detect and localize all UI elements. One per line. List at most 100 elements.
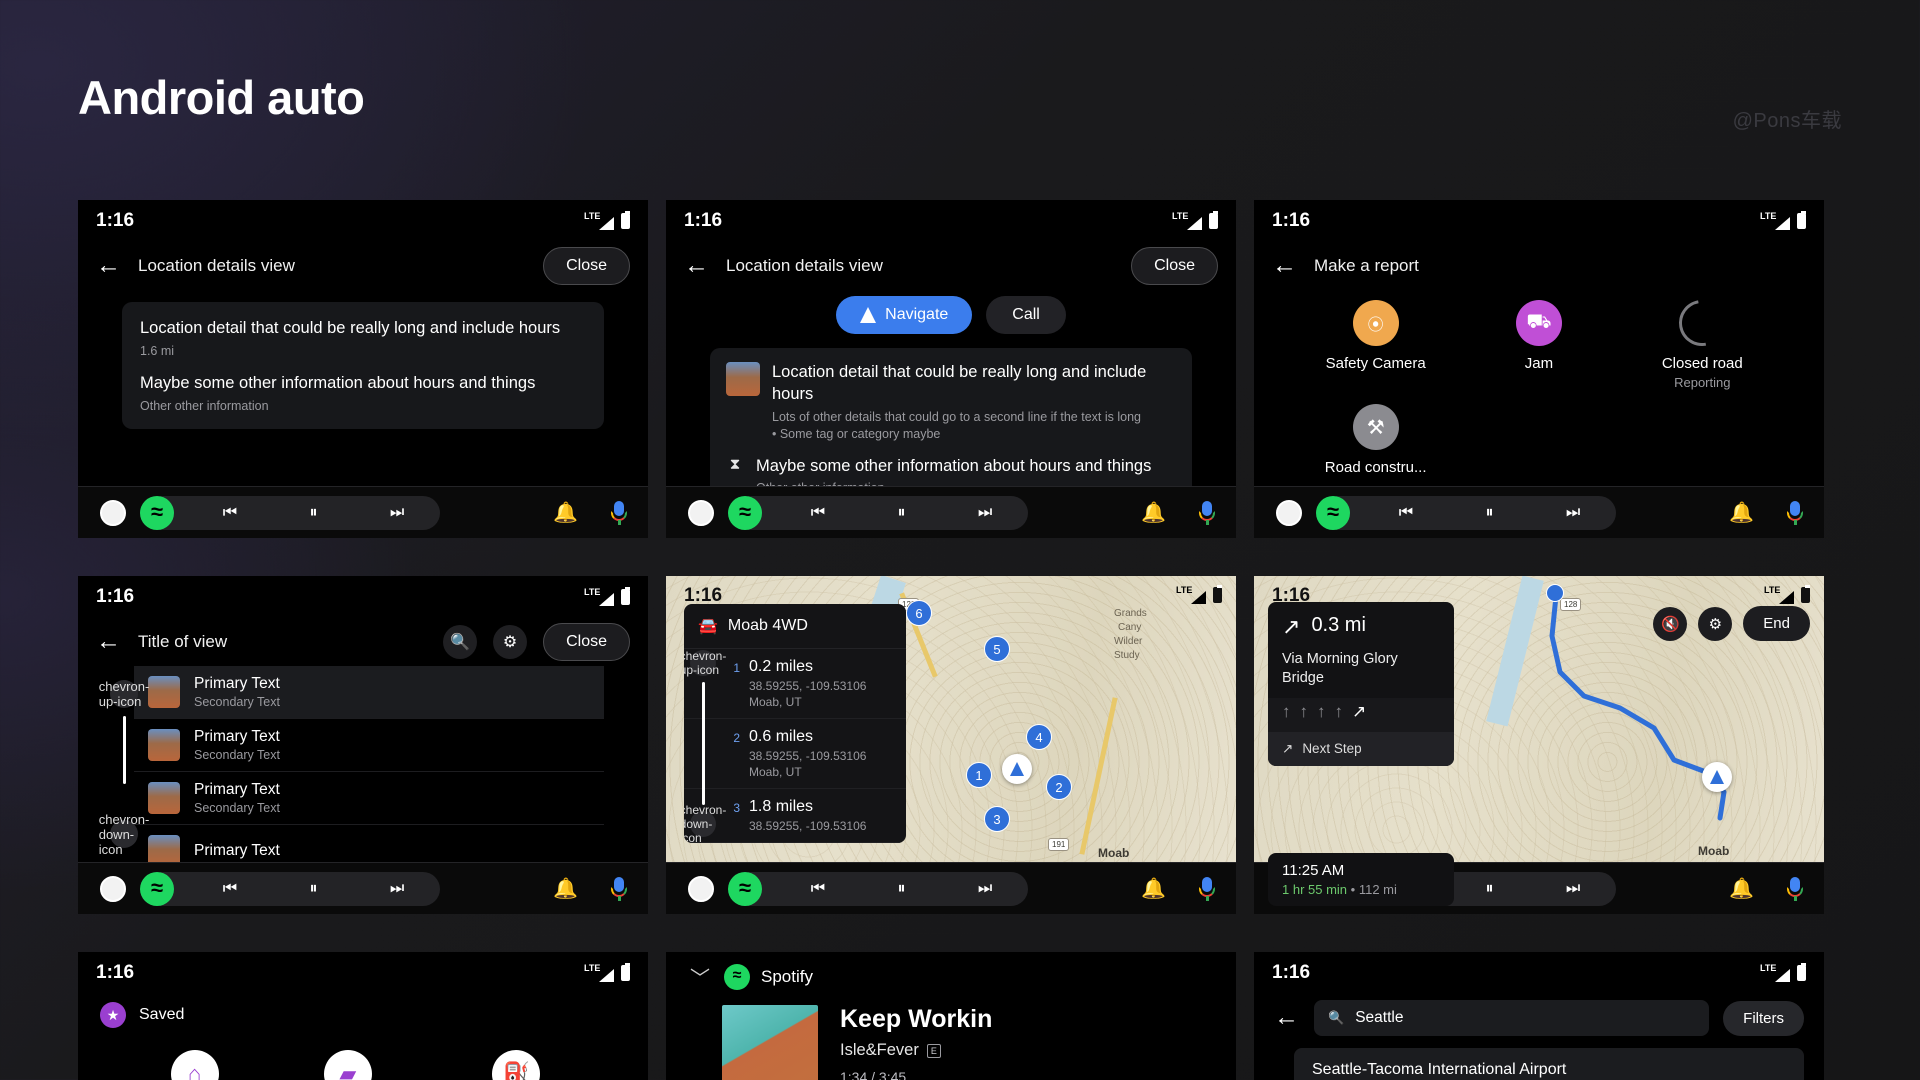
lane-arrow-icon: ↑ [1334, 701, 1344, 721]
next-track-button[interactable]: ⏭ [390, 880, 404, 898]
list-item[interactable]: Primary Text Secondary Text [134, 666, 604, 719]
close-button[interactable]: Close [543, 623, 630, 661]
spotify-icon[interactable]: ≈ [140, 495, 174, 530]
status-icons: LTE [1176, 585, 1222, 604]
scrollbar-thumb[interactable] [123, 716, 126, 784]
route-title: Moab 4WD [727, 617, 808, 634]
assistant-mic-icon[interactable] [611, 876, 627, 901]
search-suggestion[interactable]: Seattle-Tacoma International Airport [1294, 1048, 1804, 1080]
map-pin[interactable]: 1 [966, 762, 992, 788]
volume-mute-icon[interactable]: 🔇 [1653, 606, 1688, 641]
map-pin[interactable]: 4 [1026, 724, 1052, 750]
status-bar: 1:16 LTE [1254, 200, 1824, 242]
bell-icon[interactable]: 🔔 [553, 876, 578, 901]
bell-icon[interactable]: 🔔 [1729, 876, 1754, 901]
back-arrow-icon[interactable] [1274, 1005, 1300, 1031]
chevron-down-icon[interactable]: ﹀ [690, 962, 710, 991]
home-circle-icon[interactable] [1276, 499, 1302, 526]
next-step-row[interactable]: ↗ Next Step [1268, 731, 1454, 766]
navigate-button[interactable]: Navigate [836, 296, 973, 334]
spotify-icon[interactable]: ≈ [728, 871, 762, 906]
spotify-icon[interactable]: ≈ [728, 495, 762, 530]
home-circle-icon[interactable] [100, 499, 126, 526]
scroll-up-button[interactable]: chevron-up-icon [99, 679, 150, 709]
search-input[interactable]: 🔍 Seattle [1314, 1000, 1710, 1036]
gear-icon[interactable]: ⚙ [1698, 606, 1733, 641]
scroll-up-button[interactable]: chevron-up-icon [684, 649, 726, 677]
assistant-mic-icon[interactable] [1199, 876, 1215, 901]
report-option-closed-road[interactable]: Closed road Reporting [1621, 290, 1784, 390]
route-stop-item[interactable]: 2 0.6 miles 38.59255, -109.53106 Moab, U… [684, 719, 906, 789]
shortcut-gas-station[interactable]: ⛽ Gas Station [477, 1050, 555, 1080]
pause-button[interactable]: ⏸ [897, 880, 905, 898]
shortcut-home[interactable]: ⌂ Home [170, 1050, 219, 1080]
list-item[interactable]: Primary Text Secondary Text [134, 772, 604, 825]
list-item[interactable]: Primary Text Secondary Text [134, 719, 604, 772]
scrollbar-thumb[interactable] [701, 682, 705, 805]
next-track-button[interactable]: ⏭ [978, 880, 992, 898]
pause-button[interactable]: ⏸ [1485, 880, 1493, 898]
next-track-button[interactable]: ⏭ [978, 504, 992, 522]
previous-track-button[interactable]: ⏮ [223, 880, 237, 898]
previous-track-button[interactable]: ⏮ [811, 504, 825, 522]
assistant-mic-icon[interactable] [1787, 876, 1803, 901]
next-track-button[interactable]: ⏭ [1566, 880, 1580, 898]
assistant-mic-icon[interactable] [1787, 500, 1803, 525]
map-pin[interactable]: 6 [906, 600, 932, 626]
pause-button[interactable]: ⏸ [309, 880, 317, 898]
scroll-down-button[interactable]: chevron-down-icon [684, 803, 726, 843]
stop-distance: 0.2 miles [749, 658, 814, 675]
close-button[interactable]: Close [1131, 247, 1218, 285]
lte-signal-icon: LTE [584, 587, 614, 606]
bell-icon[interactable]: 🔔 [1141, 500, 1166, 525]
status-icons: LTE [584, 211, 630, 230]
previous-track-button[interactable]: ⏮ [223, 504, 237, 522]
eta-summary: 1 hr 55 min • 112 mi [1282, 882, 1440, 897]
scroll-down-button[interactable]: chevron-down-icon [99, 812, 150, 857]
bell-icon[interactable]: 🔔 [1729, 500, 1754, 525]
gear-icon[interactable]: ⚙ [493, 625, 528, 659]
end-navigation-button[interactable]: End [1743, 606, 1810, 641]
spotify-icon[interactable]: ≈ [140, 871, 174, 906]
report-option-safety-camera[interactable]: ⦿ Safety Camera [1294, 300, 1457, 390]
back-arrow-icon[interactable] [96, 629, 122, 655]
pause-button[interactable]: ⏸ [897, 504, 905, 522]
next-track-button[interactable]: ⏭ [1566, 504, 1580, 522]
home-circle-icon[interactable] [100, 875, 126, 902]
pause-button[interactable]: ⏸ [309, 504, 317, 522]
explicit-badge: E [926, 1043, 941, 1058]
back-arrow-icon[interactable] [684, 253, 710, 279]
bell-icon[interactable]: 🔔 [553, 500, 578, 525]
pause-button[interactable]: ⏸ [1485, 504, 1493, 522]
previous-track-button[interactable]: ⏮ [811, 880, 825, 898]
back-arrow-icon[interactable] [96, 253, 122, 279]
now-playing-body: Keep Workin Isle&Fever E 1:34 / 3:45 [666, 991, 1236, 1080]
assistant-mic-icon[interactable] [611, 500, 627, 525]
nav-right-actions: 🔔 [1729, 500, 1803, 525]
next-track-button[interactable]: ⏭ [390, 504, 404, 522]
home-circle-icon[interactable] [688, 875, 714, 902]
back-arrow-icon[interactable] [1272, 253, 1298, 279]
report-option-jam[interactable]: ⛟ Jam [1457, 300, 1620, 390]
search-icon[interactable]: 🔍 [443, 625, 478, 659]
lane-arrow-icon: ↑ [1282, 701, 1291, 721]
saved-label: Saved [139, 1006, 185, 1023]
bell-icon[interactable]: 🔔 [1141, 876, 1166, 901]
report-option-road-construction[interactable]: ⚒ Road constru... [1294, 404, 1457, 476]
shortcut-work[interactable]: ▰ Work [323, 1050, 372, 1080]
status-icons: LTE [1760, 211, 1806, 230]
assistant-mic-icon[interactable] [1199, 500, 1215, 525]
route-shield: 128 [1560, 598, 1582, 611]
map-pin[interactable]: 2 [1046, 774, 1072, 800]
stop-distance: 0.6 miles [749, 728, 814, 745]
spotify-icon[interactable]: ≈ [1316, 495, 1350, 530]
close-button[interactable]: Close [543, 247, 630, 285]
map-label: Grands [1114, 608, 1147, 619]
filters-button[interactable]: Filters [1723, 1000, 1804, 1036]
bottom-nav-bar: ≈ ⏮ ⏸ ⏭ 🔔 [666, 486, 1236, 538]
previous-track-button[interactable]: ⏮ [1399, 504, 1413, 522]
map-pin[interactable]: 5 [984, 636, 1010, 662]
home-circle-icon[interactable] [688, 499, 714, 526]
map-pin[interactable]: 3 [984, 806, 1010, 832]
call-button[interactable]: Call [986, 296, 1066, 334]
